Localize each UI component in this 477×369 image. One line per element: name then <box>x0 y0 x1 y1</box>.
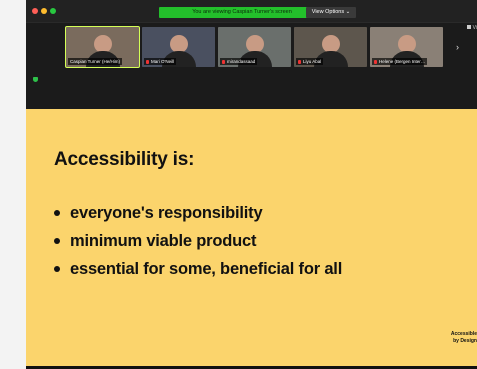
list-item: minimum viable product <box>50 227 342 255</box>
zoom-window: You are viewing Caspian Turner's screen … <box>26 0 477 369</box>
participant-name: Caspian Turner (He/Him) <box>68 58 123 65</box>
close-window-button[interactable] <box>32 8 38 14</box>
participant-name: mirandassaad <box>220 58 258 65</box>
participant-name: Liyu Abal <box>296 58 324 65</box>
participant-tile[interactable]: Caspian Turner (He/Him) <box>65 26 140 68</box>
grid-icon <box>466 25 471 29</box>
title-bar: You are viewing Caspian Turner's screen … <box>26 0 477 23</box>
minimize-window-button[interactable] <box>41 8 47 14</box>
participant-name: Helene (Bergen Inter… <box>372 58 428 65</box>
shield-icon[interactable] <box>33 77 38 82</box>
participant-tile[interactable]: Liyu Abal <box>294 27 367 67</box>
view-options-button[interactable]: View Options ⌄ <box>306 7 356 18</box>
list-item: essential for some, beneficial for all <box>50 255 342 283</box>
view-mode-toggle[interactable]: Vi <box>466 25 477 31</box>
chevron-right-icon[interactable]: › <box>456 42 459 52</box>
bullet-icon <box>54 209 60 216</box>
maximize-window-button[interactable] <box>50 8 56 14</box>
screen-share-banner: You are viewing Caspian Turner's screen <box>159 7 325 18</box>
muted-mic-icon <box>298 59 301 64</box>
slide-title: Accessibility is: <box>54 149 195 170</box>
muted-mic-icon <box>222 59 225 64</box>
muted-mic-icon <box>146 59 149 64</box>
participant-name: Mari O'Neill <box>144 58 177 65</box>
participant-tile[interactable]: mirandassaad <box>218 27 291 67</box>
list-item: everyone's responsibility <box>50 199 342 227</box>
bullet-icon <box>54 237 60 244</box>
muted-mic-icon <box>374 59 377 64</box>
brand-logo: Accessible by Design <box>450 331 477 344</box>
bullet-list: everyone's responsibility minimum viable… <box>50 199 342 283</box>
shared-slide: Accessibility is: everyone's responsibil… <box>26 109 477 366</box>
participant-tile[interactable]: Helene (Bergen Inter… <box>370 27 443 67</box>
bullet-icon <box>54 265 60 272</box>
participant-tile[interactable]: Mari O'Neill <box>142 27 215 67</box>
